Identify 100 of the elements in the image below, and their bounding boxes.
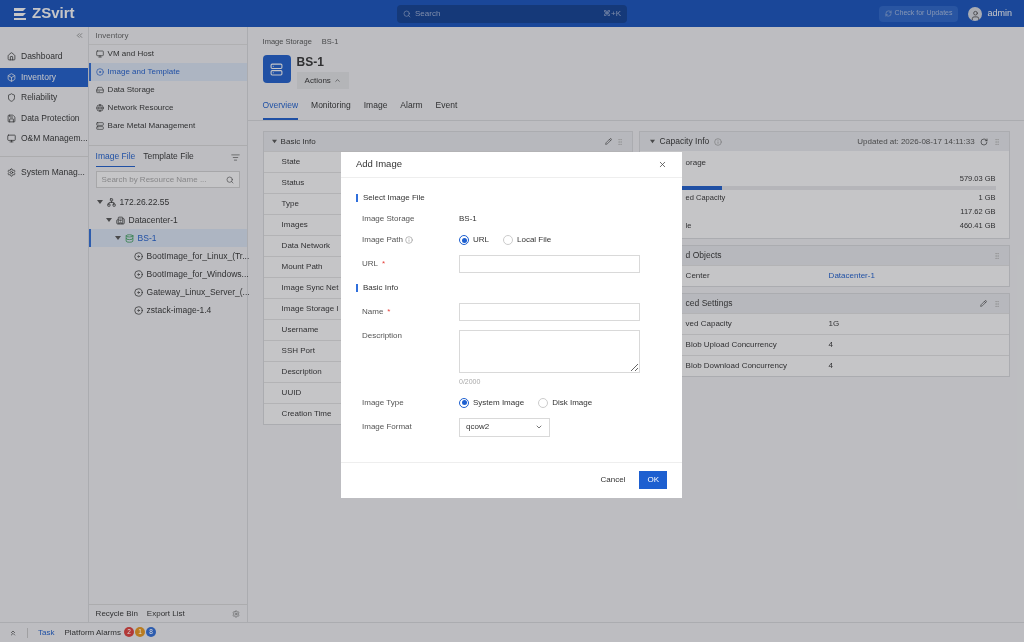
radio-label[interactable]: System Image — [473, 396, 525, 409]
caret-icon[interactable] — [96, 199, 103, 205]
detail-tab[interactable]: Monitoring — [311, 99, 351, 120]
row-label: Image Storage I — [281, 303, 339, 315]
disc-icon — [133, 269, 143, 279]
search-icon[interactable] — [225, 175, 234, 184]
sort-icon[interactable] — [230, 152, 240, 162]
nav-item[interactable]: System Manag... — [0, 162, 88, 182]
tree-item[interactable]: BS-1 — [88, 229, 247, 247]
row-label: State — [281, 156, 301, 168]
footer-link[interactable]: Recycle Bin — [95, 607, 138, 620]
drag-handle-icon[interactable] — [992, 137, 1001, 146]
edit-icon[interactable] — [604, 138, 612, 145]
format-select[interactable]: qcow2 — [459, 417, 550, 437]
caret-icon[interactable] — [114, 235, 121, 241]
detail-tab[interactable]: Event — [435, 99, 458, 120]
refresh-icon — [884, 10, 892, 17]
home-icon — [7, 52, 16, 61]
storage-icon — [262, 55, 291, 84]
field-label: Name — [362, 306, 384, 318]
disc-icon — [133, 251, 143, 261]
row-label: Image Sync Net — [281, 282, 339, 294]
row-label: Blob Upload Concurrency — [685, 339, 778, 352]
drag-handle-icon[interactable] — [992, 299, 1001, 308]
section-title: Select Image File — [363, 192, 425, 204]
drive-icon — [95, 86, 104, 94]
nav-item[interactable]: Dashboard — [0, 47, 88, 66]
required-mark: * — [387, 306, 391, 318]
tree-item[interactable]: Datacenter-1 — [88, 211, 247, 229]
subnav-item[interactable]: Bare Metal Management — [88, 117, 247, 135]
tree-item[interactable]: zstack-image-1.4 — [88, 301, 247, 319]
footer-link[interactable]: Export List — [146, 607, 185, 620]
radio-label[interactable]: Local File — [517, 234, 552, 246]
drag-handle-icon[interactable] — [992, 251, 1001, 260]
tree-item[interactable]: BootImage_for_Linux_(Tr... — [88, 247, 247, 265]
tree-item[interactable]: BootImage_for_Windows... — [88, 265, 247, 283]
nav-item[interactable]: Reliability — [0, 88, 88, 107]
storage-label: orage — [685, 157, 707, 169]
row-label: UUID — [281, 387, 302, 399]
collapse-icon[interactable] — [74, 31, 84, 40]
close-icon[interactable] — [658, 160, 667, 169]
row-label: Center — [685, 270, 711, 283]
caret-icon[interactable] — [271, 139, 277, 144]
row-value: 4 — [828, 360, 834, 373]
updated-time: Updated at: 2026-08-17 14:11:33 — [857, 135, 975, 148]
datacenter-link[interactable]: Datacenter-1 — [828, 270, 875, 283]
subnav-item[interactable]: Data Storage — [88, 81, 247, 99]
tree-label: BootImage_for_Linux_(Tr... — [146, 249, 250, 263]
detail-tab[interactable]: Image — [363, 99, 388, 120]
row-value: 1G — [828, 318, 840, 331]
row-label: Creation Time — [281, 408, 332, 420]
resource-tab[interactable]: Image File — [95, 147, 136, 167]
nav-item[interactable]: O&M Managem... — [0, 129, 88, 148]
radio-label[interactable]: URL — [473, 234, 489, 246]
task-link[interactable]: Task — [38, 626, 55, 639]
avatar-icon — [968, 6, 983, 21]
row-label: Username — [281, 324, 319, 336]
drag-handle-icon[interactable] — [615, 137, 624, 146]
row-label: Blob Download Concurrency — [685, 360, 788, 373]
section-title: Basic Info — [363, 282, 399, 294]
page-title: BS-1 — [296, 55, 325, 70]
detail-tab[interactable]: Alarm — [400, 99, 423, 120]
row-label: ved Capacity — [685, 318, 733, 331]
subnav-item[interactable]: VM and Host — [88, 45, 247, 63]
database-icon — [124, 233, 134, 243]
subnav-item[interactable]: Image and Template — [88, 63, 247, 81]
tree-label: BS-1 — [137, 231, 157, 245]
caret-icon[interactable] — [105, 217, 112, 223]
nav-item[interactable]: Data Protection — [0, 108, 88, 128]
refresh-icon[interactable] — [979, 137, 988, 146]
settings-icon[interactable] — [231, 609, 240, 618]
tree-item[interactable]: 172.26.22.55 — [88, 193, 247, 211]
text-input[interactable] — [459, 255, 640, 273]
field-label: Image Path — [362, 234, 403, 246]
detail-tab[interactable]: Overview — [262, 99, 299, 120]
monitor-icon — [95, 50, 104, 58]
cancel-button[interactable]: Cancel — [594, 471, 632, 489]
tree-label: BootImage_for_Windows... — [146, 267, 249, 281]
expand-icon[interactable] — [9, 628, 17, 637]
subnav-item[interactable]: Network Resource — [88, 99, 247, 117]
disc-icon — [95, 68, 104, 76]
tree-item[interactable]: Gateway_Linux_Server_(... — [88, 283, 247, 301]
edit-icon[interactable] — [979, 300, 987, 308]
tree-label: zstack-image-1.4 — [146, 303, 212, 317]
info-icon — [714, 137, 723, 146]
nav-item[interactable]: Inventory — [0, 67, 88, 87]
caret-icon[interactable] — [649, 139, 655, 144]
search-field[interactable]: Search ⌘+K — [397, 4, 627, 23]
resource-tab[interactable]: Template File — [143, 147, 194, 167]
server-icon — [95, 122, 104, 130]
radio-label[interactable]: Disk Image — [552, 396, 593, 409]
field-label: Description — [362, 330, 402, 342]
row-label: Data Network — [281, 240, 331, 252]
actions-button[interactable]: Actions — [296, 72, 349, 90]
field-label: Image Storage — [362, 213, 415, 225]
box-icon — [7, 72, 16, 82]
ok-button[interactable]: OK — [639, 471, 667, 489]
alarms-label[interactable]: Platform Alarms — [64, 626, 121, 639]
text-input[interactable] — [459, 303, 640, 321]
globe-icon — [95, 104, 104, 112]
